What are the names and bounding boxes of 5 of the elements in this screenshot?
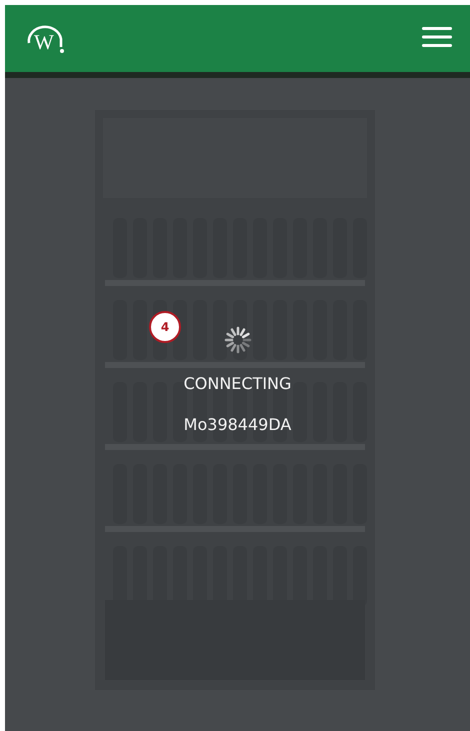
menu-icon (422, 27, 452, 47)
loading-spinner-icon (224, 326, 252, 354)
device-id: Mo398449DA (184, 415, 292, 434)
status-message: CONNECTING (184, 374, 292, 393)
logo: W (25, 20, 69, 56)
